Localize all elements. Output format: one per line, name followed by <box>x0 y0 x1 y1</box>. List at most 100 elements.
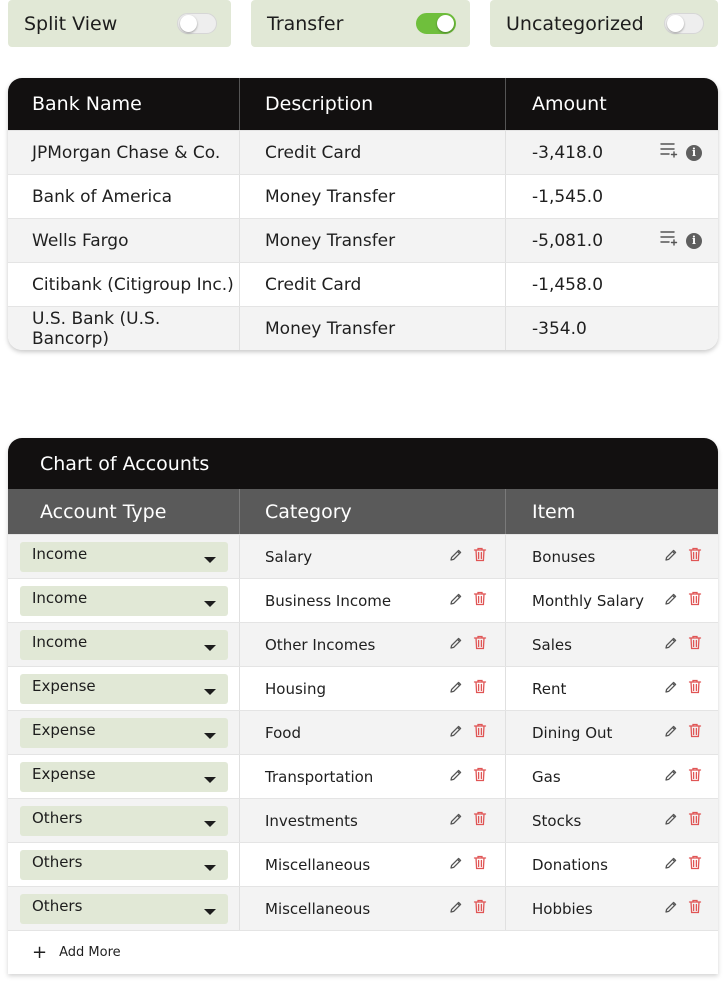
item-cell: Rent <box>506 667 718 710</box>
table-row[interactable]: U.S. Bank (U.S. Bancorp) Money Transfer … <box>8 306 718 350</box>
item-cell: Monthly Salary <box>506 579 718 622</box>
uncategorized-switch[interactable] <box>664 13 704 34</box>
split-view-switch[interactable] <box>177 13 217 34</box>
account-type-select[interactable]: Expense <box>20 673 228 704</box>
item-value: Bonuses <box>532 547 596 566</box>
account-type-select[interactable]: Income <box>20 585 228 616</box>
account-type-select[interactable]: Expense <box>20 717 228 748</box>
table-row[interactable]: JPMorgan Chase & Co. Credit Card -3,418.… <box>8 130 718 174</box>
delete-trash-icon[interactable] <box>473 723 487 742</box>
delete-trash-icon[interactable] <box>473 811 487 830</box>
chart-of-accounts-table: Chart of Accounts Account Type Category … <box>8 438 718 974</box>
account-type-select[interactable]: Others <box>20 849 228 880</box>
category-actions <box>449 723 487 742</box>
edit-pencil-icon[interactable] <box>664 899 678 918</box>
bank-name-cell: JPMorgan Chase & Co. <box>8 131 240 174</box>
amount-cell: -3,418.0 i <box>506 131 718 174</box>
edit-pencil-icon[interactable] <box>664 767 678 786</box>
delete-trash-icon[interactable] <box>473 767 487 786</box>
edit-pencil-icon[interactable] <box>449 591 463 610</box>
table-row: Income Other Incomes Sales <box>8 622 718 666</box>
category-value: Miscellaneous <box>265 855 371 874</box>
table-row[interactable]: Bank of America Money Transfer -1,545.0 <box>8 174 718 218</box>
category-actions <box>449 679 487 698</box>
caret-down-icon <box>204 556 216 563</box>
edit-pencil-icon[interactable] <box>449 635 463 654</box>
edit-pencil-icon[interactable] <box>449 547 463 566</box>
table-row: Income Salary Bonuses <box>8 534 718 578</box>
edit-pencil-icon[interactable] <box>664 547 678 566</box>
bank-name-cell: Citibank (Citigroup Inc.) <box>8 263 240 306</box>
edit-pencil-icon[interactable] <box>449 811 463 830</box>
account-type-select[interactable]: Expense <box>20 761 228 792</box>
delete-trash-icon[interactable] <box>473 899 487 918</box>
info-icon[interactable]: i <box>686 144 702 161</box>
edit-pencil-icon[interactable] <box>664 591 678 610</box>
transfer-switch[interactable] <box>416 13 456 34</box>
category-cell: Transportation <box>240 755 506 798</box>
delete-trash-icon[interactable] <box>688 547 702 566</box>
account-type-cell: Others <box>8 799 240 842</box>
delete-trash-icon[interactable] <box>688 855 702 874</box>
amount-value: -1,545.0 <box>532 186 604 207</box>
edit-pencil-icon[interactable] <box>449 855 463 874</box>
split-list-icon[interactable] <box>660 142 678 163</box>
category-actions <box>449 547 487 566</box>
add-more-button[interactable]: + Add More <box>8 930 718 974</box>
delete-trash-icon[interactable] <box>473 855 487 874</box>
category-cell: Other Incomes <box>240 623 506 666</box>
item-actions <box>664 635 702 654</box>
category-cell: Miscellaneous <box>240 887 506 930</box>
header-account-type: Account Type <box>8 489 240 534</box>
edit-pencil-icon[interactable] <box>449 723 463 742</box>
header-category: Category <box>240 489 506 534</box>
account-type-value: Others <box>32 808 83 827</box>
transfer-label: Transfer <box>267 12 344 35</box>
account-type-select[interactable]: Income <box>20 629 228 660</box>
amount-value: -3,418.0 <box>532 142 604 163</box>
delete-trash-icon[interactable] <box>688 767 702 786</box>
table-row: Others Miscellaneous Hobbies <box>8 886 718 930</box>
table-row[interactable]: Citibank (Citigroup Inc.) Credit Card -1… <box>8 262 718 306</box>
delete-trash-icon[interactable] <box>473 547 487 566</box>
caret-down-icon <box>204 688 216 695</box>
account-type-select[interactable]: Others <box>20 893 228 924</box>
delete-trash-icon[interactable] <box>688 899 702 918</box>
delete-trash-icon[interactable] <box>473 591 487 610</box>
table-row[interactable]: Wells Fargo Money Transfer -5,081.0 i <box>8 218 718 262</box>
amount-value: -1,458.0 <box>532 274 604 295</box>
info-icon[interactable]: i <box>686 232 702 249</box>
edit-pencil-icon[interactable] <box>664 679 678 698</box>
category-cell: Housing <box>240 667 506 710</box>
delete-trash-icon[interactable] <box>688 591 702 610</box>
split-list-icon[interactable] <box>660 230 678 251</box>
account-type-select[interactable]: Income <box>20 541 228 572</box>
delete-trash-icon[interactable] <box>688 723 702 742</box>
table-row: Others Investments Stocks <box>8 798 718 842</box>
item-value: Gas <box>532 767 561 786</box>
category-value: Food <box>265 723 301 742</box>
delete-trash-icon[interactable] <box>473 635 487 654</box>
table-row: Others Miscellaneous Donations <box>8 842 718 886</box>
uncategorized-toggle-bar: Uncategorized <box>490 0 718 47</box>
caret-down-icon <box>204 864 216 871</box>
category-cell: Miscellaneous <box>240 843 506 886</box>
edit-pencil-icon[interactable] <box>449 679 463 698</box>
coa-table-header: Account Type Category Item <box>8 489 718 534</box>
edit-pencil-icon[interactable] <box>664 635 678 654</box>
account-type-cell: Others <box>8 843 240 886</box>
delete-trash-icon[interactable] <box>688 679 702 698</box>
caret-down-icon <box>204 600 216 607</box>
edit-pencil-icon[interactable] <box>664 723 678 742</box>
edit-pencil-icon[interactable] <box>664 855 678 874</box>
account-type-select[interactable]: Others <box>20 805 228 836</box>
delete-trash-icon[interactable] <box>688 811 702 830</box>
edit-pencil-icon[interactable] <box>449 767 463 786</box>
edit-pencil-icon[interactable] <box>664 811 678 830</box>
item-actions <box>664 811 702 830</box>
amount-cell: -1,545.0 <box>506 175 718 218</box>
delete-trash-icon[interactable] <box>688 635 702 654</box>
edit-pencil-icon[interactable] <box>449 899 463 918</box>
delete-trash-icon[interactable] <box>473 679 487 698</box>
amount-cell: -5,081.0 i <box>506 219 718 262</box>
